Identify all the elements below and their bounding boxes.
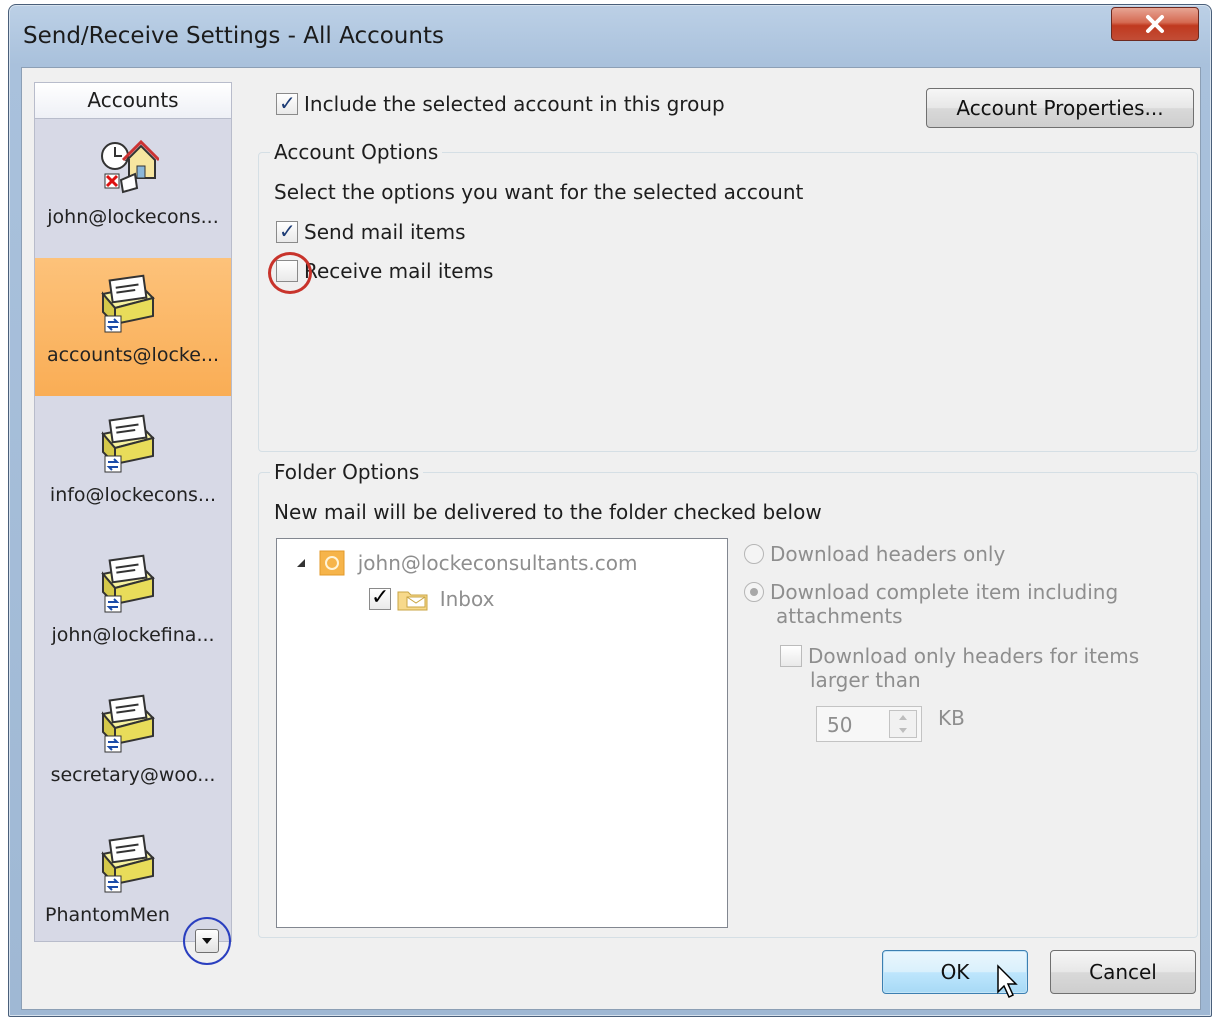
account-item-accounts-locke[interactable]: accounts@locke... — [35, 258, 231, 396]
mouse-cursor-icon — [997, 964, 1018, 999]
download-complete-radio[interactable] — [744, 581, 764, 602]
highlight-annotation — [268, 252, 312, 294]
scroll-down-button[interactable] — [195, 929, 219, 953]
folder-options-description: New mail will be delivered to the folder… — [274, 500, 822, 524]
tree-inbox-row[interactable]: Inbox — [369, 585, 494, 611]
account-label: john@lockefina... — [51, 624, 215, 646]
account-options-title: Account Options — [270, 140, 443, 164]
include-in-group-label: Include the selected account in this gro… — [304, 91, 725, 116]
inbox-checkbox[interactable] — [369, 585, 391, 610]
size-limit-value: 50 — [827, 713, 853, 737]
send-receive-settings-window: Send/Receive Settings - All Accounts Acc… — [8, 4, 1212, 1017]
download-large-headers-label: Download only headers for items — [808, 643, 1140, 668]
size-unit-label: KB — [938, 706, 965, 730]
send-mail-checkbox[interactable] — [276, 219, 298, 243]
chevron-down-icon — [202, 938, 212, 944]
offline-house-icon — [101, 139, 159, 194]
cancel-button[interactable]: Cancel — [1050, 950, 1196, 994]
mailbox-icon — [319, 550, 345, 575]
download-complete-label-line2: attachments — [776, 604, 903, 628]
receive-mail-label: Receive mail items — [304, 258, 494, 283]
inbox-folder-icon — [397, 591, 428, 610]
account-label: accounts@locke... — [46, 344, 220, 366]
download-headers-only-label: Download headers only — [770, 541, 1006, 566]
include-in-group-row[interactable]: Include the selected account in this gro… — [276, 90, 725, 116]
spin-up-icon[interactable] — [890, 711, 916, 724]
download-complete-row[interactable]: Download complete item including — [744, 578, 1118, 604]
window-title: Send/Receive Settings - All Accounts — [23, 23, 444, 49]
dialog-client-area: Accounts john@lockecons... accounts@lock… — [21, 67, 1201, 1010]
account-properties-button[interactable]: Account Properties... — [926, 88, 1194, 128]
download-large-headers-row[interactable]: Download only headers for items — [780, 642, 1139, 668]
tree-inbox-label: Inbox — [439, 586, 495, 611]
tree-root-row[interactable]: john@lockeconsultants.com — [295, 549, 638, 576]
download-large-headers-checkbox[interactable] — [780, 644, 802, 667]
account-label: info@lockecons... — [49, 484, 217, 506]
spin-down-icon[interactable] — [890, 724, 916, 737]
scroll-down-annotation — [183, 917, 231, 965]
mail-sync-icon — [101, 554, 155, 613]
tree-root-label: john@lockeconsultants.com — [357, 550, 638, 575]
account-item-secretary-woo[interactable]: secretary@woo... — [35, 678, 231, 816]
account-item-john-lockefina[interactable]: john@lockefina... — [35, 538, 231, 676]
account-item-info-lockecons[interactable]: info@lockecons... — [35, 398, 231, 536]
account-item-john-lockecons[interactable]: john@lockecons... — [35, 120, 231, 258]
send-mail-label: Send mail items — [304, 219, 466, 244]
account-label: john@lockecons... — [47, 206, 219, 228]
folder-tree[interactable]: john@lockeconsultants.com Inbox — [276, 538, 728, 928]
mail-sync-icon — [101, 694, 155, 753]
collapse-triangle-icon[interactable] — [295, 557, 307, 569]
title-bar[interactable]: Send/Receive Settings - All Accounts — [9, 5, 1211, 67]
folder-options-title: Folder Options — [270, 460, 424, 484]
mail-sync-icon — [101, 834, 155, 893]
account-options-description: Select the options you want for the sele… — [274, 180, 804, 204]
download-large-headers-label-line2: larger than — [810, 668, 921, 692]
mail-sync-icon — [101, 414, 155, 473]
accounts-list: Accounts john@lockecons... accounts@lock… — [34, 82, 232, 965]
include-in-group-checkbox[interactable] — [276, 91, 298, 115]
close-button[interactable] — [1111, 7, 1199, 41]
download-headers-only-radio[interactable] — [744, 543, 764, 564]
download-headers-only-row[interactable]: Download headers only — [744, 540, 1005, 566]
account-label: secretary@woo... — [50, 764, 216, 786]
download-complete-label: Download complete item including — [770, 579, 1119, 604]
send-mail-row[interactable]: Send mail items — [276, 218, 466, 244]
size-limit-spinner[interactable]: 50 — [816, 706, 922, 742]
mail-sync-icon — [101, 274, 155, 333]
close-icon — [1146, 15, 1164, 33]
accounts-header: Accounts — [35, 83, 231, 119]
spin-buttons[interactable] — [889, 710, 917, 738]
